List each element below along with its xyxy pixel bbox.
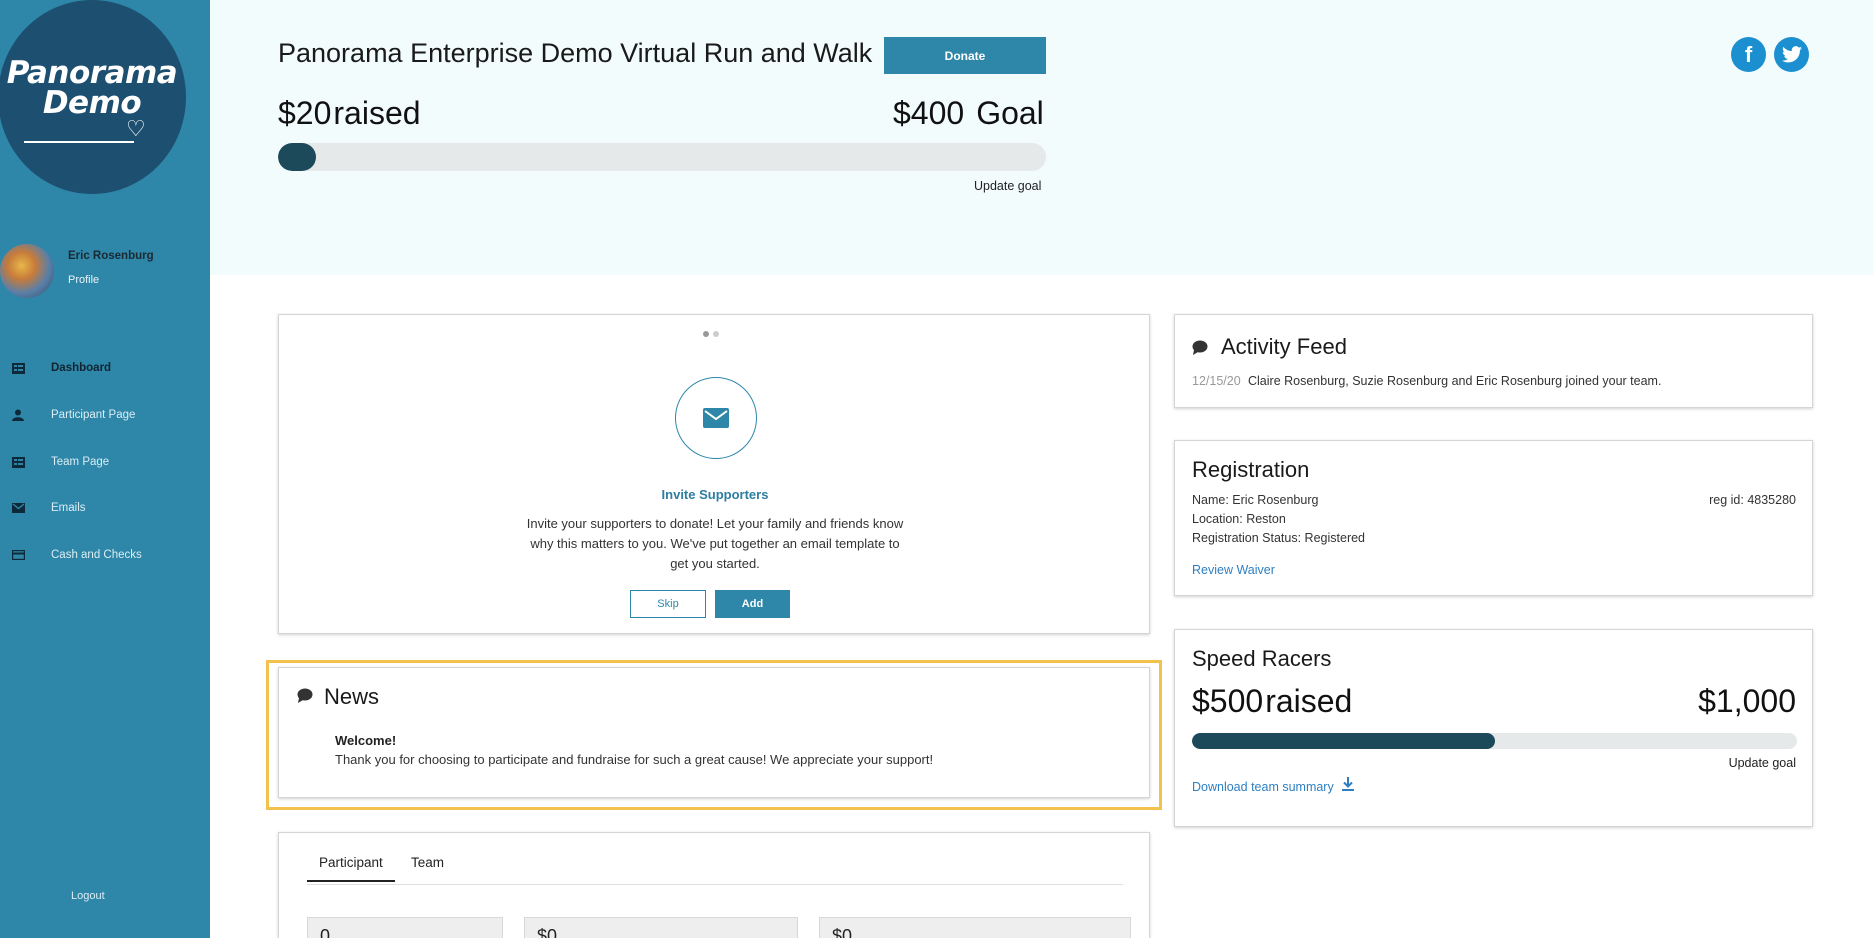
team-icon [11, 455, 25, 469]
carousel-dots [703, 331, 719, 337]
sidebar-item-participant-page[interactable]: Participant Page [0, 403, 210, 427]
mail-icon [11, 501, 25, 515]
sidebar-item-team-page[interactable]: Team Page [0, 450, 210, 474]
activity-text: Claire Rosenburg, Suzie Rosenburg and Er… [1248, 374, 1662, 388]
stat-box: $0 [524, 917, 798, 938]
registration-status: Registration Status: Registered [1192, 531, 1366, 545]
dashboard-icon [11, 361, 25, 375]
person-icon [11, 408, 25, 422]
activity-feed-title: Activity Feed [1221, 334, 1347, 359]
chat-bubble-icon [1192, 340, 1208, 358]
review-waiver-link[interactable]: Review Waiver [1192, 563, 1275, 577]
news-title: News [324, 684, 380, 709]
activity-date: 12/15/20 [1192, 374, 1241, 388]
page-title: Panorama Enterprise Demo Virtual Run and… [278, 38, 873, 68]
goal-label: Goal [976, 95, 1044, 131]
activity-feed-card: Activity Feed 12/15/20 Claire Rosenburg,… [1174, 314, 1813, 408]
tabs-divider [307, 884, 1123, 885]
logo-underline [24, 141, 134, 143]
sidebar-item-emails[interactable]: Emails [0, 496, 210, 520]
stat-box: 0 [307, 917, 503, 938]
registration-title: Registration [1192, 457, 1310, 482]
news-card: News Welcome! Thank you for choosing to … [278, 667, 1150, 798]
team-raised-amount: $500 [1192, 683, 1264, 719]
invite-supporters-card: Invite Supporters Invite your supporters… [278, 314, 1150, 634]
team-raised-label: raised [1265, 683, 1353, 719]
team-progress-fill [1192, 733, 1495, 749]
news-body: Thank you for choosing to participate an… [335, 752, 934, 767]
chat-bubble-icon [297, 688, 313, 704]
raised-amount: $20 [278, 95, 332, 131]
update-goal-link[interactable]: Update goal [974, 179, 1041, 193]
sidebar-item-label: Cash and Checks [51, 549, 142, 561]
sidebar-item-dashboard[interactable]: Dashboard [0, 356, 210, 380]
tab-team[interactable]: Team [411, 855, 444, 880]
skip-button[interactable]: Skip [630, 590, 706, 618]
avatar[interactable] [0, 244, 54, 298]
card-icon [11, 548, 25, 562]
team-card: Speed Racers $500raised $1,000 Update go… [1174, 629, 1813, 827]
stat-box: $0 [819, 917, 1131, 938]
download-label: Download team summary [1192, 780, 1334, 794]
fundraising-progress-bar [278, 143, 1046, 171]
invite-body: Invite your supporters to donate! Let yo… [526, 516, 904, 571]
envelope-icon [675, 377, 757, 459]
sidebar-item-label: Team Page [51, 456, 110, 468]
stats-tabs-card: Participant Team 0 $0 $0 [278, 832, 1150, 938]
registration-card: Registration Name: Eric Rosenburg Locati… [1174, 440, 1813, 596]
profile-block: Eric Rosenburg Profile [0, 244, 210, 304]
team-name: Speed Racers [1192, 646, 1332, 671]
goal-amount: $400 [893, 95, 965, 131]
sidebar-item-label: Emails [51, 502, 86, 514]
download-icon [1341, 777, 1354, 794]
download-team-summary-link[interactable]: Download team summary [1192, 777, 1354, 794]
raised-summary: $20raised [278, 95, 421, 132]
progress-fill [278, 143, 317, 171]
profile-name: Eric Rosenburg [68, 250, 154, 262]
add-button[interactable]: Add [715, 590, 790, 618]
team-raised-summary: $500raised [1192, 683, 1352, 720]
sidebar-item-cash-and-checks[interactable]: Cash and Checks [0, 543, 210, 567]
carousel-dot[interactable] [703, 331, 709, 337]
team-goal-amount: $1,000 [1698, 683, 1796, 719]
team-progress-bar [1192, 733, 1797, 749]
goal-summary: $400 Goal [893, 95, 1044, 132]
invite-title: Invite Supporters [661, 487, 769, 502]
sidebar: Panorama Demo ♡ Eric Rosenburg Profile D… [0, 0, 210, 938]
heart-icon: ♡ [126, 116, 146, 141]
sidebar-item-label: Dashboard [51, 362, 112, 374]
team-update-goal-link[interactable]: Update goal [1729, 756, 1796, 770]
donate-button[interactable]: Donate [884, 37, 1046, 74]
registration-name: Name: Eric Rosenburg [1192, 493, 1319, 507]
carousel-dot[interactable] [713, 331, 719, 337]
twitter-icon[interactable] [1774, 37, 1809, 72]
raised-label: raised [333, 95, 421, 131]
logo-line-1: Panorama [6, 55, 178, 91]
sidebar-item-label: Participant Page [51, 409, 136, 421]
profile-link[interactable]: Profile [68, 274, 99, 286]
news-welcome: Welcome! [335, 733, 397, 748]
brand-logo[interactable]: Panorama Demo ♡ [0, 0, 186, 194]
logo-text: Panorama Demo [0, 55, 186, 121]
registration-location: Location: Reston [1192, 512, 1286, 526]
facebook-icon[interactable]: f [1731, 37, 1766, 72]
tab-participant[interactable]: Participant [307, 855, 395, 882]
logo-line-2: Demo [42, 85, 142, 121]
registration-id: reg id: 4835280 [1709, 493, 1796, 507]
logout-link[interactable]: Logout [71, 890, 105, 902]
